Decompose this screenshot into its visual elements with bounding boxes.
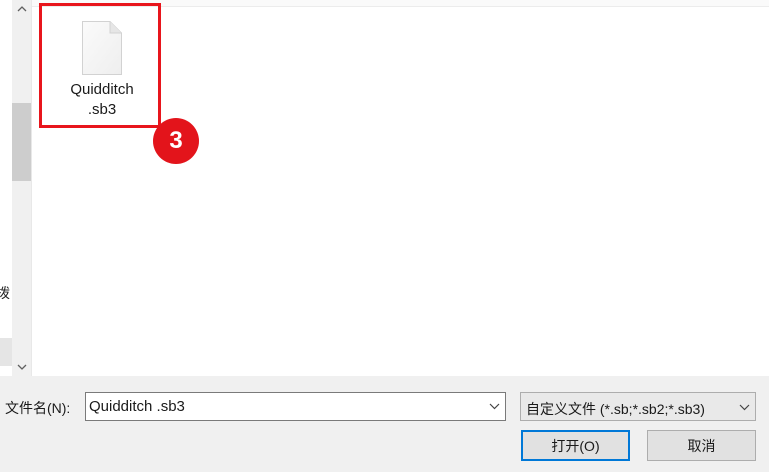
filename-combobox[interactable] [85, 392, 506, 421]
filetype-select[interactable]: 自定义文件 (*.sb;*.sb2;*.sb3) [520, 392, 756, 421]
nav-item-label: 拨 [0, 286, 10, 302]
navigation-pane[interactable]: 拨 [0, 0, 12, 376]
filename-label: 文件名(N): [5, 400, 71, 416]
filetype-selected-value: 自定义文件 (*.sb;*.sb2;*.sb3) [526, 401, 705, 417]
step-number-badge: 3 [153, 118, 199, 164]
open-button[interactable]: 打开(O) [521, 430, 630, 461]
scroll-down-icon[interactable] [12, 358, 31, 375]
nav-selected-item[interactable] [0, 338, 12, 366]
filename-dropdown-icon[interactable] [486, 398, 502, 415]
nav-scrollbar[interactable] [12, 0, 31, 376]
chevron-down-icon [737, 400, 751, 414]
cancel-button[interactable]: 取消 [647, 430, 756, 461]
scrollbar-thumb[interactable] [12, 103, 31, 181]
highlight-box [39, 3, 161, 128]
filename-input[interactable] [89, 396, 479, 417]
scroll-up-icon[interactable] [12, 0, 31, 17]
